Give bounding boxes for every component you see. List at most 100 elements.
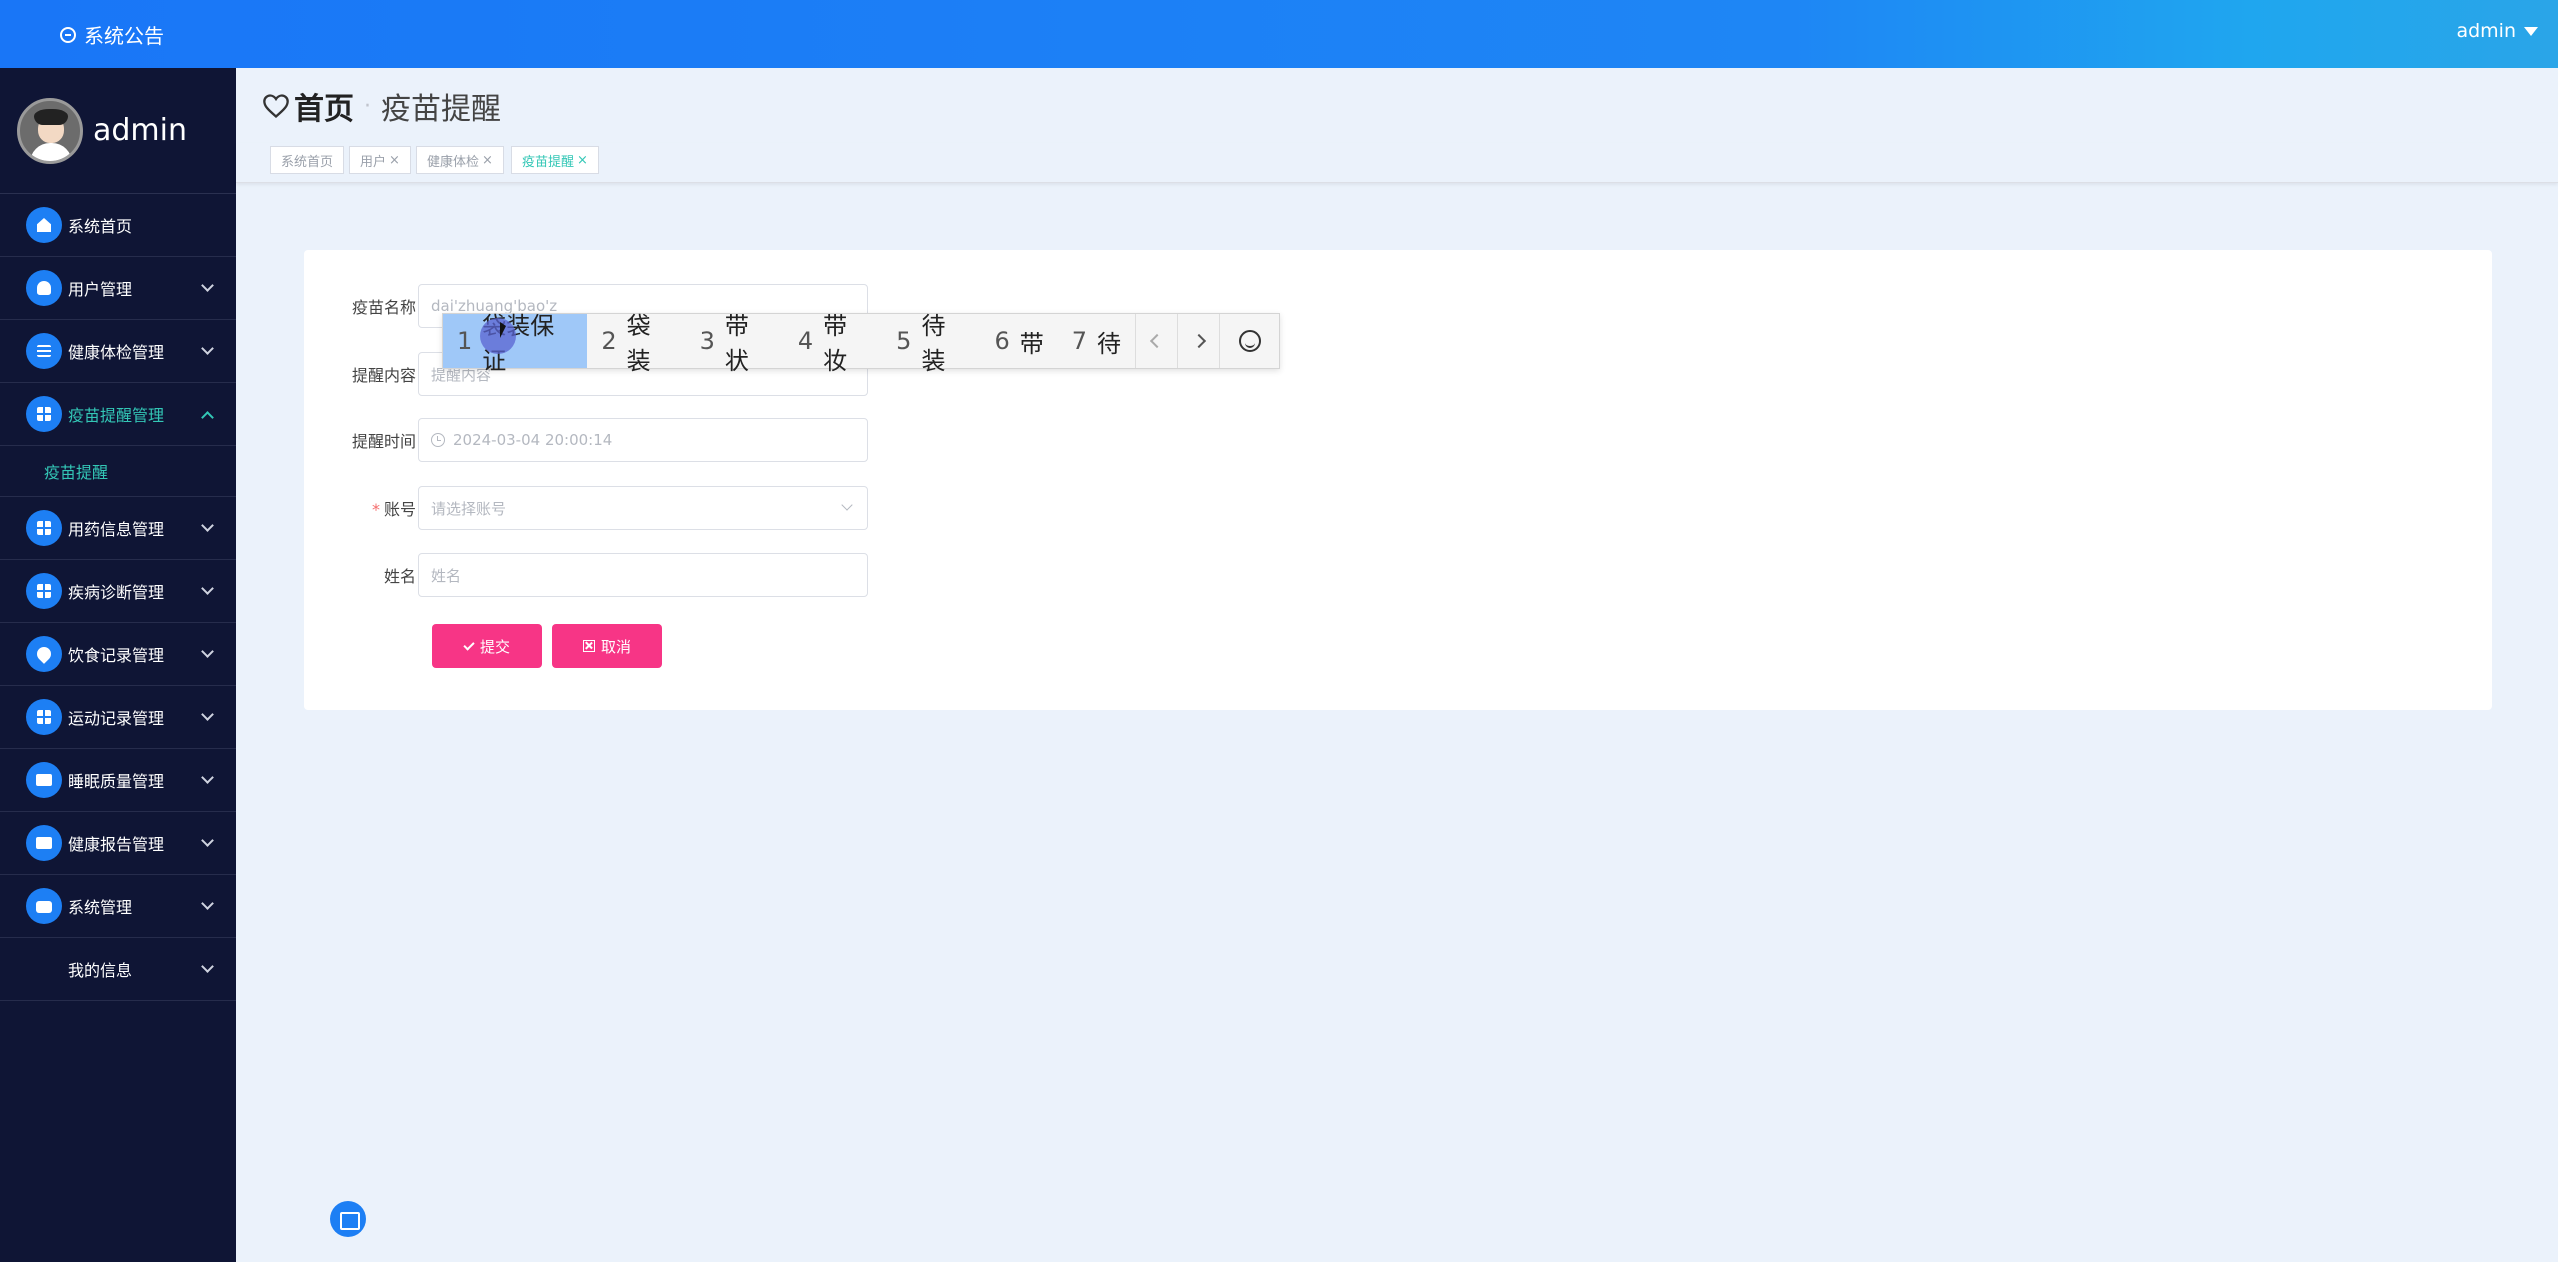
form-row-name: 姓名 姓名 <box>304 553 868 597</box>
system-notice-link[interactable]: 系统公告 <box>60 20 164 49</box>
sidebar: admin 系统首页 用户管理 健康体检管理 疫苗提醒管理 疫苗提醒 用药信息管… <box>0 68 366 1262</box>
ime-candidate[interactable]: 6带 <box>980 314 1057 368</box>
chevron-down-icon <box>201 279 214 292</box>
sidebar-item-label: 系统首页 <box>68 217 133 236</box>
form-row-time: 提醒时间 2024-03-04 20:00:14 <box>304 418 868 462</box>
ime-candidate[interactable]: 2 袋装 <box>587 312 685 375</box>
sidebar-item-my-info[interactable]: 我的信息 <box>0 938 366 1237</box>
sidebar-item-label: 睡眠质量管理 <box>68 772 165 791</box>
sidebar-item-label: 用药信息管理 <box>68 520 165 539</box>
candidate-number: 5 <box>896 327 912 355</box>
tag-vaccine-reminder[interactable]: 疫苗提醒 × <box>511 146 599 174</box>
sidebar-item-diagnosis[interactable]: 疾病诊断管理 <box>0 560 236 623</box>
sidebar-item-home[interactable]: 系统首页 <box>0 194 236 257</box>
sidebar-item-users[interactable]: 用户管理 <box>0 257 236 320</box>
top-bar: 系统公告 admin <box>0 0 2558 68</box>
sidebar-item-label: 健康体检管理 <box>68 343 165 362</box>
sidebar-item-medication[interactable]: 用药信息管理 <box>0 497 236 560</box>
close-icon[interactable]: × <box>482 153 493 168</box>
sidebar-item-label: 我的信息 <box>68 961 133 980</box>
time-label: 提醒时间 <box>351 432 416 451</box>
sidebar-item-label: 饮食记录管理 <box>68 646 165 665</box>
sidebar-subitem-vaccine-reminder[interactable]: 疫苗提醒 <box>0 446 236 497</box>
account-select[interactable]: 请选择账号 <box>418 486 868 530</box>
ime-emoji-button[interactable] <box>1219 314 1279 368</box>
ime-candidate-bar: 1 袋装保证 2 袋装 3 带状 4 带妆 5 待装 6带 7待 <box>442 312 1280 375</box>
sidebar-item-label: 运动记录管理 <box>68 709 165 728</box>
vaccine-name-label: 疫苗名称 <box>351 298 416 317</box>
tag-user[interactable]: 用户 × <box>349 146 411 174</box>
candidate-text: 待 <box>1097 329 1121 358</box>
required-mark: * <box>371 500 380 519</box>
tag-health-check[interactable]: 健康体检 × <box>416 146 504 174</box>
breadcrumb-home[interactable]: 首页 <box>294 84 354 128</box>
candidate-number: 7 <box>1071 327 1087 355</box>
system-notice-label: 系统公告 <box>84 24 164 48</box>
candidate-text: 待装 <box>921 312 946 375</box>
tag-label: 疫苗提醒 <box>522 154 575 170</box>
sidebar-item-vaccine-reminder[interactable]: 疫苗提醒管理 <box>0 383 236 446</box>
sidebar-item-health-check[interactable]: 健康体检管理 <box>0 320 236 383</box>
candidate-text: 带妆 <box>823 312 848 375</box>
ime-candidate[interactable]: 3 带状 <box>686 312 784 375</box>
mouse-pointer-icon <box>500 322 506 338</box>
account-placeholder: 请选择账号 <box>431 499 507 518</box>
profile-name: admin <box>93 113 187 148</box>
breadcrumb-current: 疫苗提醒 <box>381 92 501 127</box>
close-icon[interactable]: × <box>577 153 588 168</box>
candidate-number: 1 <box>457 327 473 355</box>
heart-icon <box>263 94 289 119</box>
user-name: admin <box>2456 20 2516 42</box>
chevron-down-icon <box>201 834 214 847</box>
sidebar-item-label: 健康报告管理 <box>68 835 165 854</box>
close-icon[interactable]: × <box>389 153 400 168</box>
chevron-down-icon <box>201 708 214 721</box>
card-icon <box>330 1201 366 1237</box>
candidate-text: 带 <box>1019 329 1044 358</box>
sidebar-item-exercise[interactable]: 运动记录管理 <box>0 686 236 749</box>
cancel-button[interactable]: 取消 <box>552 624 662 668</box>
chevron-down-icon <box>201 342 214 355</box>
smiley-icon <box>1238 330 1261 352</box>
list-icon <box>26 333 62 369</box>
user-menu[interactable]: admin <box>2456 20 2538 42</box>
account-label-text: 账号 <box>383 500 416 519</box>
form-row-account: * 账号 请选择账号 <box>304 486 868 530</box>
submit-label: 提交 <box>479 638 510 656</box>
name-input[interactable]: 姓名 <box>418 553 868 597</box>
account-label: * 账号 <box>304 496 418 520</box>
tag-label: 健康体检 <box>427 154 480 170</box>
sidebar-item-health-report[interactable]: 健康报告管理 <box>0 812 236 875</box>
ime-candidate[interactable]: 7待 <box>1058 314 1135 368</box>
ime-candidate[interactable]: 4 带妆 <box>784 312 882 375</box>
sidebar-item-sleep[interactable]: 睡眠质量管理 <box>0 749 236 812</box>
chevron-left-icon <box>1149 333 1164 349</box>
clock-icon <box>431 433 445 447</box>
sidebar-item-diet[interactable]: 饮食记录管理 <box>0 623 236 686</box>
sidebar-item-label: 系统管理 <box>68 898 133 917</box>
sidebar-item-system[interactable]: 系统管理 <box>0 875 236 938</box>
ime-next-button[interactable] <box>1177 314 1219 368</box>
name-label: 姓名 <box>383 567 416 586</box>
sidebar-item-label: 疫苗提醒管理 <box>68 406 165 425</box>
chevron-down-icon <box>201 771 214 784</box>
time-picker[interactable]: 2024-03-04 20:00:14 <box>418 418 868 462</box>
submit-button[interactable]: 提交 <box>432 624 542 668</box>
time-value: 2024-03-04 20:00:14 <box>453 431 613 449</box>
pin-icon <box>26 636 62 672</box>
breadcrumb-separator: · <box>364 93 371 119</box>
user-icon <box>26 270 62 306</box>
name-placeholder: 姓名 <box>431 566 462 585</box>
avatar <box>17 97 83 164</box>
breadcrumb: 首页 · 疫苗提醒 <box>262 84 501 128</box>
candidate-number: 4 <box>797 327 814 355</box>
chevron-down-icon <box>201 519 214 532</box>
cancel-label: 取消 <box>600 638 631 656</box>
tag-home[interactable]: 系统首页 <box>270 146 345 174</box>
briefcase-icon <box>26 888 62 924</box>
chevron-down-icon <box>201 897 214 910</box>
candidate-number: 3 <box>699 327 715 355</box>
grid-icon <box>26 699 62 735</box>
ime-candidate[interactable]: 5 待装 <box>882 312 980 375</box>
ime-prev-button[interactable] <box>1135 314 1177 368</box>
